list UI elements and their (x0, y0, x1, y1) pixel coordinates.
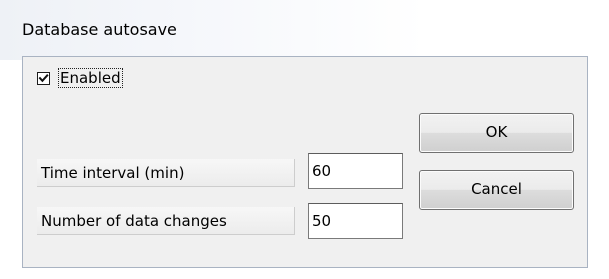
data-changes-label: Number of data changes (37, 207, 295, 235)
enabled-checkbox[interactable] (37, 71, 50, 85)
database-autosave-dialog: Database autosave Enabled Time interval … (0, 0, 609, 279)
time-interval-input[interactable] (308, 153, 403, 189)
checkmark-icon (38, 73, 49, 82)
title-bar[interactable]: Database autosave (0, 0, 609, 60)
enabled-checkbox-row[interactable]: Enabled (37, 68, 123, 88)
window-title: Database autosave (22, 20, 177, 39)
enabled-checkbox-label[interactable]: Enabled (58, 68, 123, 88)
time-interval-label: Time interval (min) (37, 159, 295, 187)
cancel-button[interactable]: Cancel (419, 170, 574, 210)
dialog-client-area: Enabled Time interval (min) Number of da… (22, 56, 588, 268)
data-changes-input[interactable] (308, 203, 403, 239)
ok-button[interactable]: OK (419, 113, 574, 153)
